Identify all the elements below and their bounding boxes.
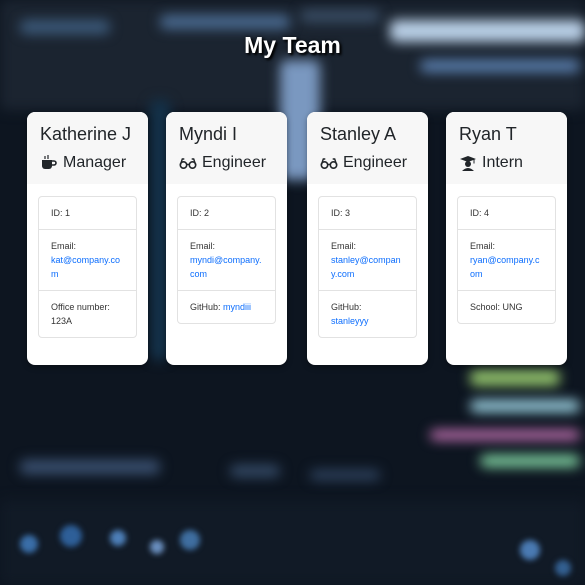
employee-role: Manager: [40, 152, 136, 174]
info-list: ID: 1 Email: kat@company.com Office numb…: [38, 196, 137, 338]
id-item: ID: 3: [331, 208, 351, 218]
employee-name: Ryan T: [459, 124, 517, 144]
email-link[interactable]: stanley@company.com: [331, 255, 401, 279]
office-number-item: Office number: 123A: [39, 290, 136, 337]
email-label: Email:: [470, 241, 496, 251]
graduate-icon: [459, 155, 477, 171]
employee-name: Stanley A: [320, 124, 397, 144]
school-value: UNG: [502, 302, 523, 312]
github-link[interactable]: stanleyyy: [331, 316, 369, 326]
team-card-engineer: Myndi I Engineer ID: 2 Email: myndi@comp…: [166, 112, 287, 365]
employee-name: Katherine J: [40, 124, 132, 144]
info-list: ID: 2 Email: myndi@company.com GitHub: m…: [177, 196, 276, 324]
email-label: Email:: [51, 241, 77, 251]
coffee-icon: [40, 155, 58, 171]
github-item: GitHub: stanleyyy: [319, 290, 416, 337]
school-label: School:: [470, 302, 501, 312]
email-label: Email:: [331, 241, 357, 251]
github-label: GitHub:: [190, 302, 221, 312]
info-list: ID: 3 Email: stanley@company.com GitHub:…: [318, 196, 417, 338]
page-title: My Team: [244, 32, 341, 58]
email-link[interactable]: kat@company.com: [51, 255, 120, 279]
email-link[interactable]: myndi@company.com: [190, 255, 262, 279]
employee-name: Myndi I: [179, 124, 238, 144]
github-item: GitHub: myndiii: [178, 290, 275, 323]
employee-role: Intern: [459, 152, 555, 174]
card-header: Myndi I Engineer: [166, 112, 287, 184]
info-list: ID: 4 Email: ryan@company.com School: UN…: [457, 196, 556, 324]
employee-role: Engineer: [179, 152, 275, 174]
id-item: ID: 2: [190, 208, 210, 218]
email-label: Email:: [190, 241, 216, 251]
role-label: Intern: [482, 154, 523, 171]
github-link[interactable]: myndiii: [223, 302, 251, 312]
id-item: ID: 4: [470, 208, 490, 218]
office-number-label: Office number:: [51, 302, 110, 312]
card-body: ID: 4 Email: ryan@company.com School: UN…: [446, 184, 567, 338]
glasses-icon: [320, 155, 338, 171]
team-card-engineer: Stanley A Engineer ID: 3 Email: stanley@…: [307, 112, 428, 365]
card-header: Katherine J Manager: [27, 112, 148, 184]
role-label: Engineer: [202, 154, 267, 171]
team-card-manager: Katherine J Manager ID: 1 Email: kat@com…: [27, 112, 148, 365]
school-item: School: UNG: [458, 290, 555, 323]
card-header: Ryan T Intern: [446, 112, 567, 184]
team-card-intern: Ryan T Intern ID: 4 Email: ryan@company.…: [446, 112, 567, 365]
email-link[interactable]: ryan@company.com: [470, 255, 540, 279]
card-header: Stanley A Engineer: [307, 112, 428, 184]
role-label: Manager: [63, 154, 127, 171]
employee-role: Engineer: [320, 152, 416, 174]
card-body: ID: 1 Email: kat@company.com Office numb…: [27, 184, 148, 352]
card-body: ID: 2 Email: myndi@company.com GitHub: m…: [166, 184, 287, 338]
email-item: Email: myndi@company.com: [178, 229, 275, 290]
role-label: Engineer: [343, 154, 408, 171]
id-item: ID: 1: [51, 208, 71, 218]
email-item: Email: kat@company.com: [39, 229, 136, 290]
email-item: Email: ryan@company.com: [458, 229, 555, 290]
glasses-icon: [179, 155, 197, 171]
office-number-value: 123A: [51, 316, 73, 326]
card-body: ID: 3 Email: stanley@company.com GitHub:…: [307, 184, 428, 352]
github-label: GitHub:: [331, 302, 362, 312]
email-item: Email: stanley@company.com: [319, 229, 416, 290]
